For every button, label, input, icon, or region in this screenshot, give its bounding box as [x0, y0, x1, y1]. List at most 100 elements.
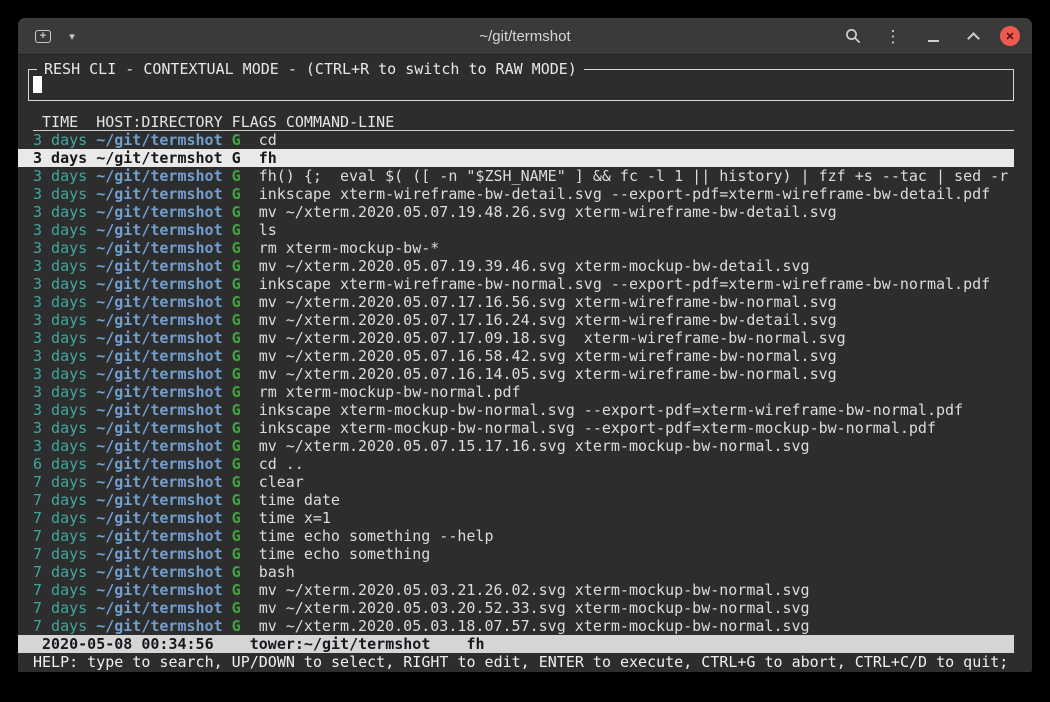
row-time: 3 days	[33, 293, 87, 311]
history-row[interactable]: 3 days ~/git/termshot G mv ~/xterm.2020.…	[18, 257, 1014, 275]
row-time: 7 days	[33, 473, 87, 491]
row-flags: G	[232, 437, 241, 455]
row-time: 7 days	[33, 563, 87, 581]
row-command: inkscape xterm-wireframe-bw-detail.svg -…	[259, 185, 991, 203]
row-directory: ~/git/termshot	[96, 257, 222, 275]
history-row[interactable]: 7 days ~/git/termshot G time echo someth…	[18, 545, 1014, 563]
history-row[interactable]: 3 days ~/git/termshot G ls	[18, 221, 1014, 239]
text-cursor	[33, 76, 42, 93]
row-command: mv ~/xterm.2020.05.07.17.09.18.svg xterm…	[259, 329, 846, 347]
titlebar[interactable]: + ▾ ~/git/termshot ⋮	[18, 18, 1032, 55]
history-row[interactable]: 3 days ~/git/termshot G inkscape xterm-m…	[18, 401, 1014, 419]
chevron-down-icon: ▾	[69, 30, 75, 43]
row-command: cd	[259, 131, 277, 149]
history-row[interactable]: 3 days ~/git/termshot G mv ~/xterm.2020.…	[18, 203, 1014, 221]
row-flags: G	[232, 293, 241, 311]
row-flags: G	[232, 329, 241, 347]
terminal-window: + ▾ ~/git/termshot ⋮	[18, 18, 1032, 672]
history-row[interactable]: 3 days ~/git/termshot G mv ~/xterm.2020.…	[18, 293, 1014, 311]
row-directory: ~/git/termshot	[96, 545, 222, 563]
history-row[interactable]: 7 days ~/git/termshot G time date	[18, 491, 1014, 509]
row-time: 6 days	[33, 455, 87, 473]
row-time: 3 days	[33, 311, 87, 329]
history-row[interactable]: 7 days ~/git/termshot G mv ~/xterm.2020.…	[18, 617, 1014, 635]
row-directory: ~/git/termshot	[96, 185, 222, 203]
row-time: 7 days	[33, 617, 87, 635]
row-command: mv ~/xterm.2020.05.03.21.26.02.svg xterm…	[259, 581, 810, 599]
history-row[interactable]: 3 days ~/git/termshot G inkscape xterm-m…	[18, 419, 1014, 437]
row-command: mv ~/xterm.2020.05.07.17.16.24.svg xterm…	[259, 311, 837, 329]
new-tab-icon: +	[35, 30, 51, 43]
history-row[interactable]: 7 days ~/git/termshot G mv ~/xterm.2020.…	[18, 581, 1014, 599]
row-directory: ~/git/termshot	[96, 617, 222, 635]
row-directory: ~/git/termshot	[96, 509, 222, 527]
history-row[interactable]: 6 days ~/git/termshot G cd ..	[18, 455, 1014, 473]
row-time: 7 days	[33, 581, 87, 599]
row-command: mv ~/xterm.2020.05.07.16.14.05.svg xterm…	[259, 365, 837, 383]
history-row[interactable]: 3 days ~/git/termshot G inkscape xterm-w…	[18, 185, 1014, 203]
row-flags: G	[232, 401, 241, 419]
row-command: ls	[259, 221, 277, 239]
row-command: inkscape xterm-mockup-bw-normal.svg --ex…	[259, 401, 963, 419]
history-row[interactable]: 3 days ~/git/termshot G mv ~/xterm.2020.…	[18, 311, 1014, 329]
row-directory: ~/git/termshot	[96, 527, 222, 545]
search-input[interactable]: RESH CLI - CONTEXTUAL MODE - (CTRL+R to …	[28, 69, 1014, 101]
row-directory: ~/git/termshot	[96, 419, 222, 437]
row-flags: G	[232, 599, 241, 617]
history-row[interactable]: 7 days ~/git/termshot G clear	[18, 473, 1014, 491]
close-icon: ✕	[1005, 30, 1014, 43]
new-tab-button[interactable]: +	[30, 23, 56, 49]
row-directory: ~/git/termshot	[96, 203, 222, 221]
history-row[interactable]: 7 days ~/git/termshot G time x=1	[18, 509, 1014, 527]
history-row[interactable]: 3 days ~/git/termshot G fh	[18, 149, 1014, 167]
row-directory: ~/git/termshot	[96, 239, 222, 257]
row-flags: G	[232, 131, 241, 149]
history-row[interactable]: 3 days ~/git/termshot G cd	[18, 131, 1014, 149]
history-row[interactable]: 3 days ~/git/termshot G mv ~/xterm.2020.…	[18, 329, 1014, 347]
row-directory: ~/git/termshot	[96, 149, 222, 167]
close-button[interactable]: ✕	[1000, 26, 1020, 46]
maximize-button[interactable]	[960, 23, 986, 49]
history-row[interactable]: 7 days ~/git/termshot G bash	[18, 563, 1014, 581]
row-command: time echo something --help	[259, 527, 494, 545]
row-time: 7 days	[33, 509, 87, 527]
history-row[interactable]: 3 days ~/git/termshot G mv ~/xterm.2020.…	[18, 347, 1014, 365]
menu-button[interactable]: ⋮	[880, 23, 906, 49]
row-flags: G	[232, 383, 241, 401]
titlebar-left-controls: + ▾	[30, 23, 85, 49]
history-row[interactable]: 3 days ~/git/termshot G mv ~/xterm.2020.…	[18, 365, 1014, 383]
kebab-menu-icon: ⋮	[885, 28, 902, 45]
history-row[interactable]: 7 days ~/git/termshot G mv ~/xterm.2020.…	[18, 599, 1014, 617]
row-command: time date	[259, 491, 340, 509]
row-time: 3 days	[33, 275, 87, 293]
row-command: fh() {; eval $( ([ -n "$ZSH_NAME" ] && f…	[259, 167, 1009, 185]
row-time: 3 days	[33, 383, 87, 401]
row-directory: ~/git/termshot	[96, 599, 222, 617]
history-row[interactable]: 7 days ~/git/termshot G time echo someth…	[18, 527, 1014, 545]
row-flags: G	[232, 419, 241, 437]
row-directory: ~/git/termshot	[96, 455, 222, 473]
row-directory: ~/git/termshot	[96, 347, 222, 365]
row-command: fh	[259, 149, 277, 167]
help-line: HELP: type to search, UP/DOWN to select,…	[18, 653, 1014, 671]
search-box-title: RESH CLI - CONTEXTUAL MODE - (CTRL+R to …	[37, 60, 584, 78]
history-row[interactable]: 3 days ~/git/termshot G rm xterm-mockup-…	[18, 383, 1014, 401]
row-command: mv ~/xterm.2020.05.03.18.07.57.svg xterm…	[259, 617, 810, 635]
search-button[interactable]	[840, 23, 866, 49]
row-command: cd ..	[259, 455, 304, 473]
history-row[interactable]: 3 days ~/git/termshot G rm xterm-mockup-…	[18, 239, 1014, 257]
row-directory: ~/git/termshot	[96, 437, 222, 455]
row-command: mv ~/xterm.2020.05.07.15.17.16.svg xterm…	[259, 437, 810, 455]
row-directory: ~/git/termshot	[96, 365, 222, 383]
row-command: bash	[259, 563, 295, 581]
maximize-icon	[967, 32, 980, 45]
desktop-background: + ▾ ~/git/termshot ⋮	[0, 0, 1050, 702]
history-row[interactable]: 3 days ~/git/termshot G fh() {; eval $( …	[18, 167, 1014, 185]
row-command: mv ~/xterm.2020.05.07.19.48.26.svg xterm…	[259, 203, 837, 221]
history-row[interactable]: 3 days ~/git/termshot G mv ~/xterm.2020.…	[18, 437, 1014, 455]
row-command: mv ~/xterm.2020.05.07.17.16.56.svg xterm…	[259, 293, 837, 311]
search-icon	[845, 28, 861, 44]
tab-dropdown-button[interactable]: ▾	[59, 23, 85, 49]
minimize-button[interactable]	[920, 23, 946, 49]
history-row[interactable]: 3 days ~/git/termshot G inkscape xterm-w…	[18, 275, 1014, 293]
